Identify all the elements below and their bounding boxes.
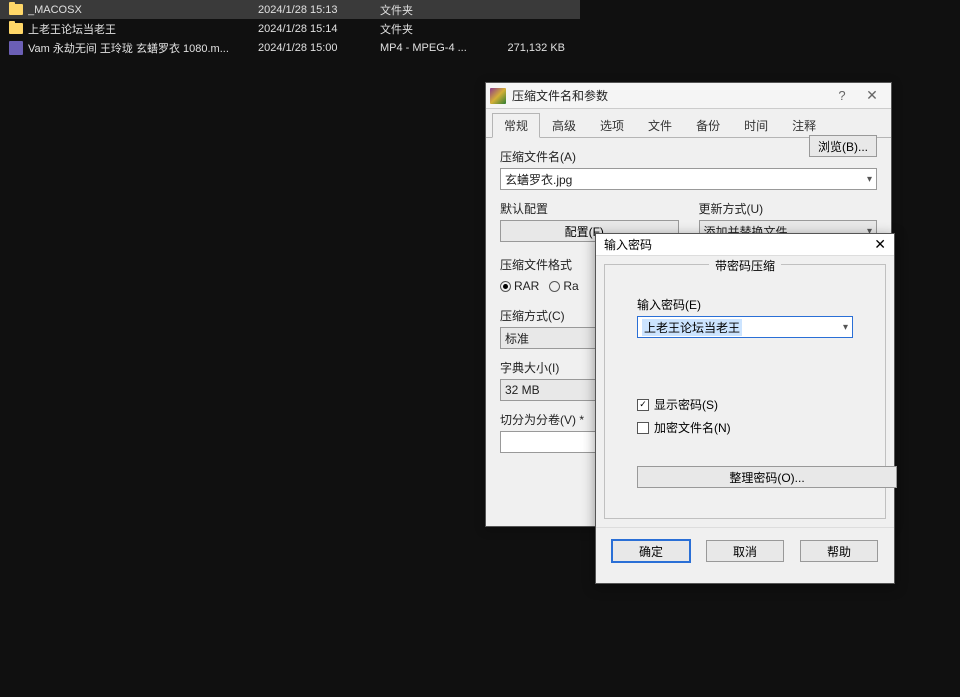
default-config-label: 默认配置 bbox=[500, 200, 679, 217]
file-list: _MACOSX 2024/1/28 15:13 文件夹 上老王论坛当老王 202… bbox=[0, 0, 580, 57]
enter-pwd-label: 输入密码(E) bbox=[637, 296, 853, 313]
file-row[interactable]: 上老王论坛当老王 2024/1/28 15:14 文件夹 bbox=[0, 19, 580, 38]
pwd-dialog-title: 输入密码 bbox=[604, 236, 874, 253]
password-dialog: 输入密码 ✕ 带密码压缩 输入密码(E) 上老王论坛当老王 显示密码(S) 加密… bbox=[595, 233, 895, 584]
file-name: _MACOSX bbox=[28, 4, 258, 16]
folder-icon bbox=[8, 2, 24, 18]
pwd-group-title: 带密码压缩 bbox=[709, 257, 781, 274]
tab-advanced[interactable]: 高级 bbox=[540, 113, 588, 137]
help-button[interactable]: ? bbox=[827, 88, 857, 103]
ok-button[interactable]: 确定 bbox=[612, 540, 690, 562]
encrypt-names-label: 加密文件名(N) bbox=[654, 419, 731, 436]
tab-files[interactable]: 文件 bbox=[636, 113, 684, 137]
pwd-button-row: 确定 取消 帮助 bbox=[596, 527, 894, 574]
manage-passwords-button[interactable]: 整理密码(O)... bbox=[637, 466, 897, 488]
tab-general[interactable]: 常规 bbox=[492, 113, 540, 138]
update-mode-label: 更新方式(U) bbox=[699, 200, 878, 217]
dialog-titlebar[interactable]: 压缩文件名和参数 ? ✕ bbox=[486, 83, 891, 109]
video-icon bbox=[8, 40, 24, 56]
file-date: 2024/1/28 15:14 bbox=[258, 23, 380, 35]
checkbox-icon bbox=[637, 399, 649, 411]
close-button[interactable]: ✕ bbox=[857, 87, 887, 104]
checkbox-icon bbox=[637, 422, 649, 434]
password-input[interactable]: 上老王论坛当老王 bbox=[637, 316, 853, 338]
format-rar-radio[interactable]: RAR bbox=[500, 279, 539, 293]
file-row[interactable]: _MACOSX 2024/1/28 15:13 文件夹 bbox=[0, 0, 580, 19]
archive-name-input[interactable]: 玄蟮罗衣.jpg bbox=[500, 168, 877, 190]
help-button[interactable]: 帮助 bbox=[800, 540, 878, 562]
file-name: 上老王论坛当老王 bbox=[28, 21, 258, 37]
pwd-close-button[interactable]: ✕ bbox=[874, 236, 886, 253]
folder-icon bbox=[8, 21, 24, 37]
show-pwd-label: 显示密码(S) bbox=[654, 396, 718, 413]
tab-backup[interactable]: 备份 bbox=[684, 113, 732, 137]
file-type: 文件夹 bbox=[380, 2, 485, 18]
dialog-title: 压缩文件名和参数 bbox=[512, 87, 827, 104]
cancel-button[interactable]: 取消 bbox=[706, 540, 784, 562]
file-type: 文件夹 bbox=[380, 21, 485, 37]
pwd-group: 带密码压缩 输入密码(E) 上老王论坛当老王 显示密码(S) 加密文件名(N) … bbox=[604, 264, 886, 519]
browse-button[interactable]: 浏览(B)... bbox=[809, 135, 877, 157]
format-rar4-radio[interactable]: Ra bbox=[549, 279, 578, 293]
encrypt-names-checkbox[interactable]: 加密文件名(N) bbox=[637, 419, 853, 436]
pwd-titlebar[interactable]: 输入密码 ✕ bbox=[596, 234, 894, 256]
file-name: Vam 永劫无间 王玲珑 玄蟮罗衣 1080.m... bbox=[28, 40, 258, 56]
file-date: 2024/1/28 15:13 bbox=[258, 4, 380, 16]
rar-logo-icon bbox=[490, 88, 506, 104]
file-size: 271,132 KB bbox=[485, 42, 565, 54]
file-row[interactable]: Vam 永劫无间 王玲珑 玄蟮罗衣 1080.m... 2024/1/28 15… bbox=[0, 38, 580, 57]
tab-time[interactable]: 时间 bbox=[732, 113, 780, 137]
tab-comment[interactable]: 注释 bbox=[780, 113, 828, 137]
file-type: MP4 - MPEG-4 ... bbox=[380, 42, 485, 54]
tabs: 常规 高级 选项 文件 备份 时间 注释 bbox=[486, 109, 891, 138]
show-password-checkbox[interactable]: 显示密码(S) bbox=[637, 396, 853, 413]
tab-options[interactable]: 选项 bbox=[588, 113, 636, 137]
file-date: 2024/1/28 15:00 bbox=[258, 42, 380, 54]
